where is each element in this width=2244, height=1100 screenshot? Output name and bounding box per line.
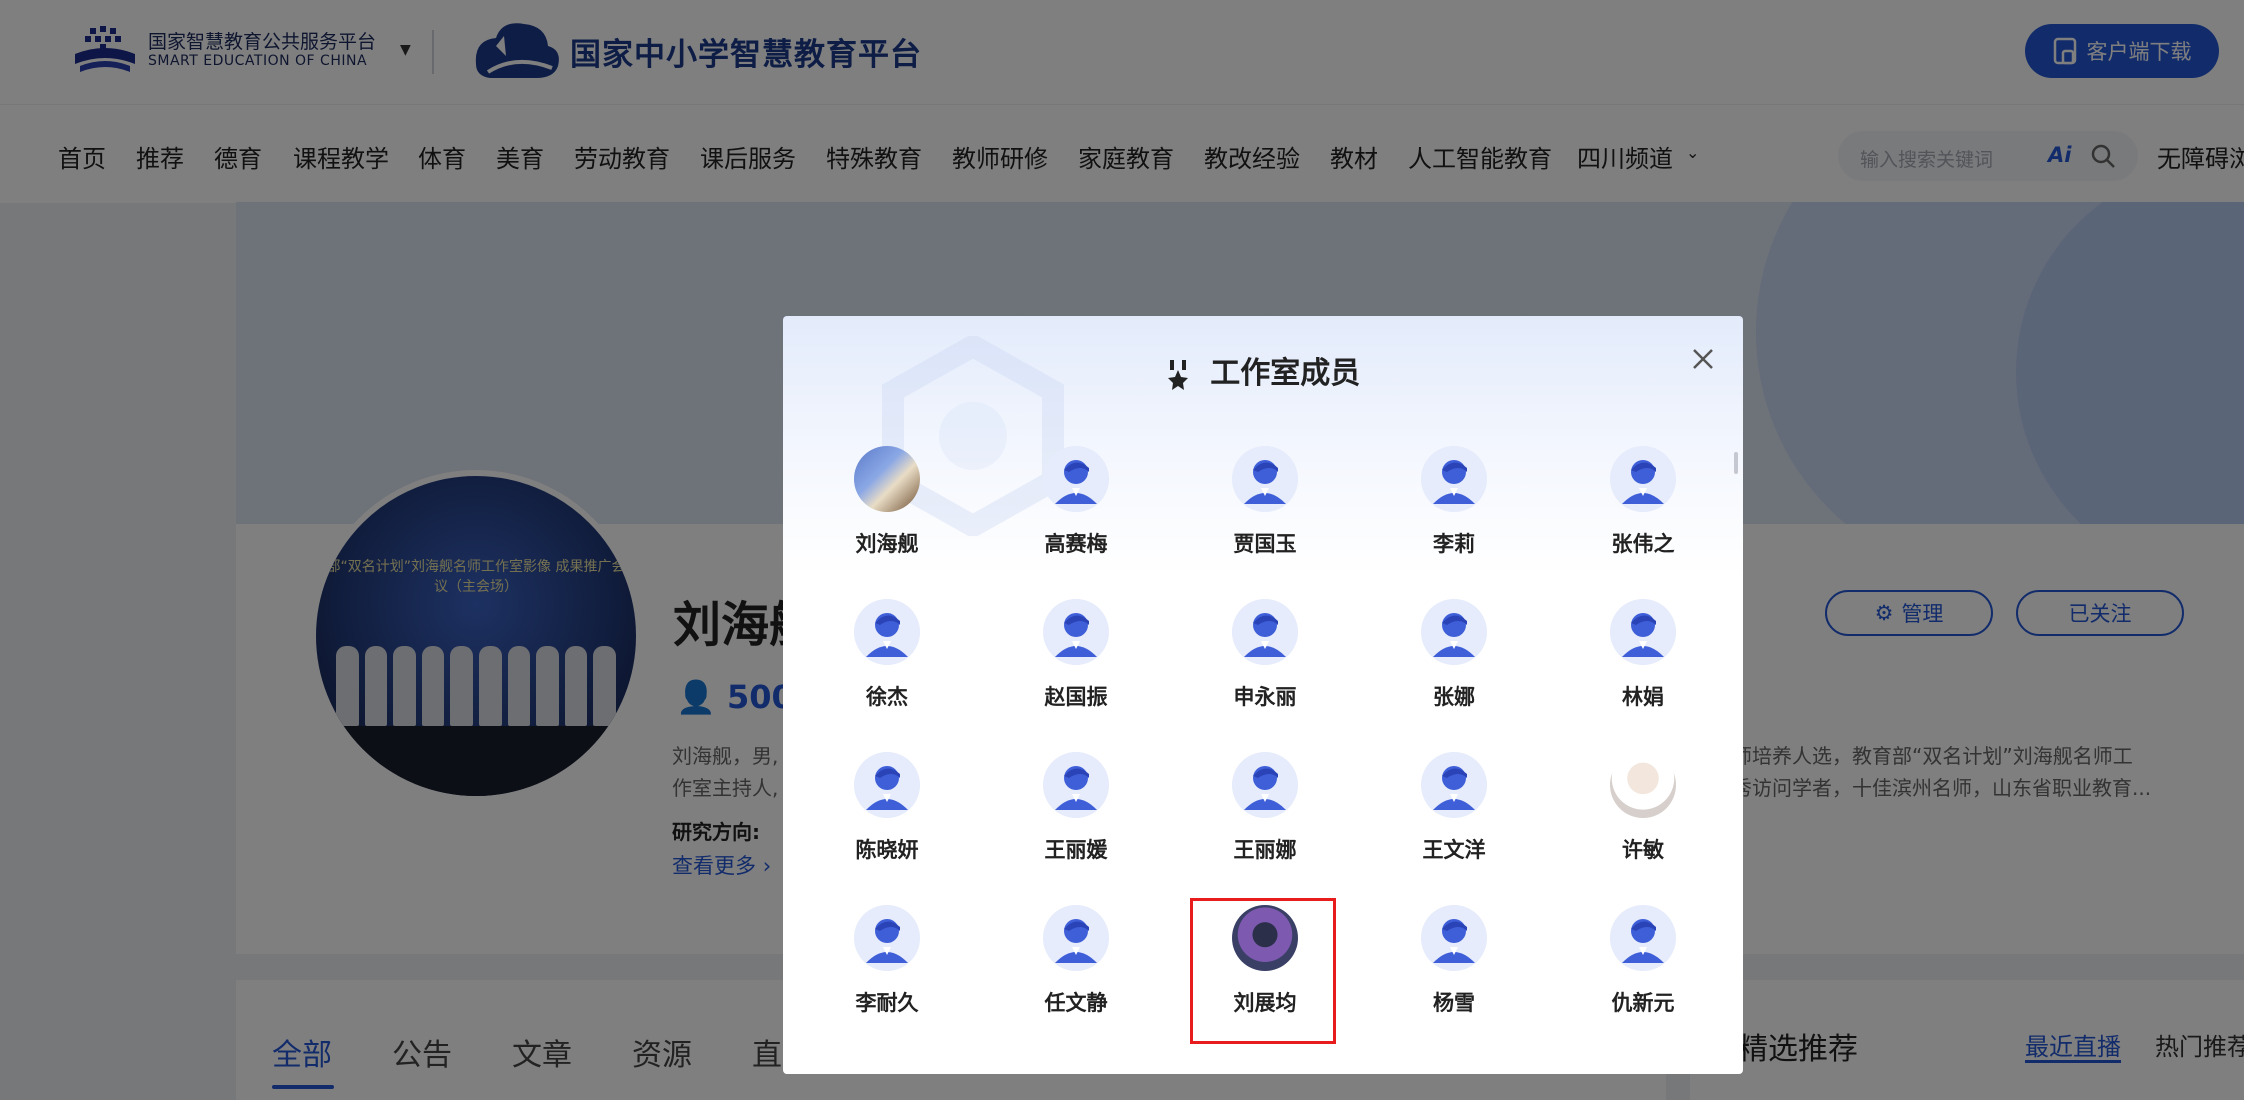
member-item[interactable]: 贾国玉 <box>1193 442 1333 582</box>
member-item[interactable]: 张娜 <box>1382 595 1522 735</box>
member-item[interactable]: 刘海舰 <box>815 442 955 582</box>
member-item[interactable]: 申永丽 <box>1193 595 1333 735</box>
member-item[interactable]: 仇新元 <box>1571 901 1711 1041</box>
member-item[interactable]: 徐杰 <box>815 595 955 735</box>
member-name: 李耐久 <box>855 991 919 1015</box>
close-icon[interactable] <box>1688 344 1718 374</box>
member-photo <box>854 446 920 512</box>
member-name: 贾国玉 <box>1233 532 1297 556</box>
member-name: 张伟之 <box>1611 532 1675 556</box>
default-avatar-icon <box>854 599 920 665</box>
default-avatar-icon <box>854 905 920 971</box>
modal-title: 工作室成员 <box>783 348 1743 392</box>
member-name: 张娜 <box>1433 685 1475 709</box>
member-name: 仇新元 <box>1611 991 1675 1015</box>
default-avatar-icon <box>1610 446 1676 512</box>
member-name: 高赛梅 <box>1044 532 1108 556</box>
default-avatar-icon <box>1043 446 1109 512</box>
member-name: 徐杰 <box>866 685 908 709</box>
member-item[interactable]: 王丽娜 <box>1193 748 1333 888</box>
member-name: 任文静 <box>1044 991 1108 1015</box>
studio-members-modal: 工作室成员 刘海舰 高赛梅 贾国玉 李莉 张伟之徐杰 赵国振 申永丽 张娜 林娟陈晓妍 王丽媛 王丽… <box>783 316 1743 1074</box>
default-avatar-icon <box>1610 599 1676 665</box>
member-name: 陈晓妍 <box>855 838 919 862</box>
default-avatar-icon <box>1421 752 1487 818</box>
member-item[interactable]: 王丽媛 <box>1004 748 1144 888</box>
default-avatar-icon <box>1232 752 1298 818</box>
member-item[interactable]: 杨雪 <box>1382 901 1522 1041</box>
member-item[interactable]: 李莉 <box>1382 442 1522 582</box>
default-avatar-icon <box>1043 599 1109 665</box>
member-item[interactable]: 刘展均 <box>1190 898 1336 1044</box>
member-item[interactable]: 王文洋 <box>1382 748 1522 888</box>
member-item[interactable]: 赵国振 <box>1004 595 1144 735</box>
member-name: 王丽娜 <box>1233 838 1297 862</box>
default-avatar-icon <box>1232 446 1298 512</box>
member-name: 李莉 <box>1433 532 1475 556</box>
member-name: 刘海舰 <box>855 532 919 556</box>
member-name: 刘展均 <box>1233 991 1297 1015</box>
member-item[interactable]: 许敏 <box>1571 748 1711 888</box>
default-avatar-icon <box>1610 905 1676 971</box>
default-avatar-icon <box>854 752 920 818</box>
member-name: 林娟 <box>1622 685 1664 709</box>
default-avatar-icon <box>1043 905 1109 971</box>
default-avatar-icon <box>1421 446 1487 512</box>
member-photo <box>1232 905 1298 971</box>
default-avatar-icon <box>1232 599 1298 665</box>
modal-title-text: 工作室成员 <box>1210 356 1361 391</box>
modal-scrollbar[interactable] <box>1734 452 1738 474</box>
member-name: 王文洋 <box>1422 838 1486 862</box>
default-avatar-icon <box>1421 599 1487 665</box>
member-item[interactable]: 张伟之 <box>1571 442 1711 582</box>
member-item[interactable]: 陈晓妍 <box>815 748 955 888</box>
member-item[interactable]: 林娟 <box>1571 595 1711 735</box>
member-name: 王丽媛 <box>1044 838 1108 862</box>
member-item[interactable]: 李耐久 <box>815 901 955 1041</box>
default-avatar-icon <box>1043 752 1109 818</box>
member-name: 杨雪 <box>1433 991 1475 1015</box>
member-name: 申永丽 <box>1233 685 1297 709</box>
member-photo <box>1610 752 1676 818</box>
member-name: 许敏 <box>1622 838 1664 862</box>
member-item[interactable]: 高赛梅 <box>1004 442 1144 582</box>
member-item[interactable]: 任文静 <box>1004 901 1144 1041</box>
default-avatar-icon <box>1421 905 1487 971</box>
medal-icon <box>1167 359 1188 390</box>
member-name: 赵国振 <box>1044 685 1108 709</box>
